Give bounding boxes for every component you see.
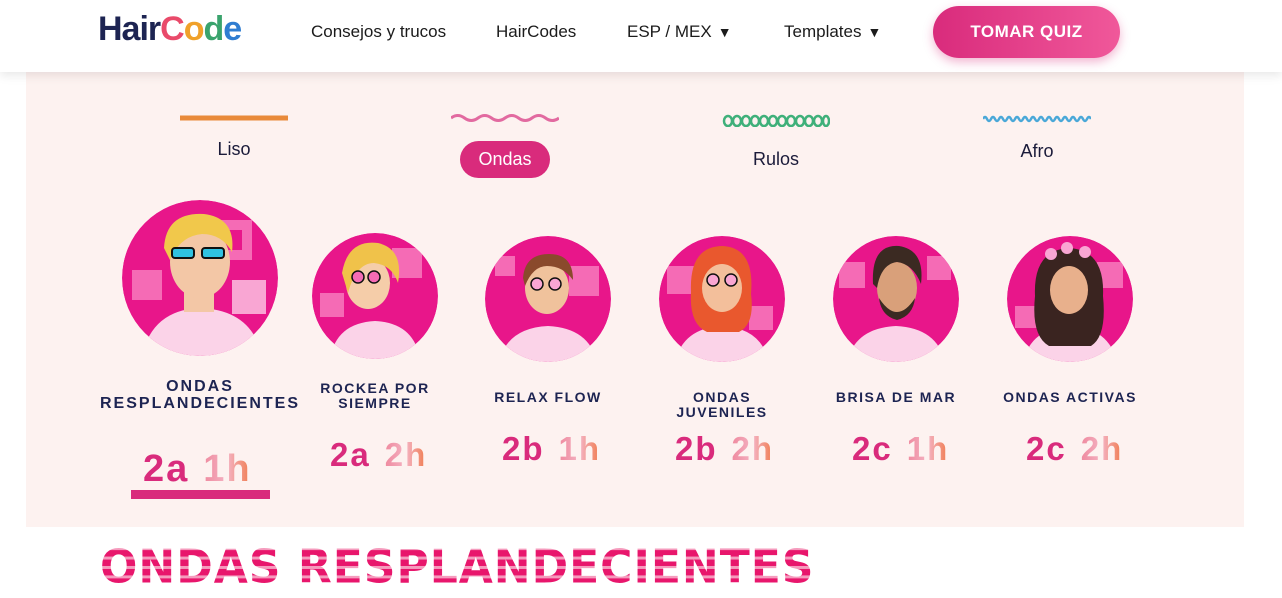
caret-down-icon: ▼ — [867, 24, 882, 40]
caret-down-icon: ▼ — [717, 24, 732, 40]
section-title: ONDAS RESPLANDECIENTES — [100, 540, 815, 595]
take-quiz-button[interactable]: TOMAR QUIZ — [933, 6, 1120, 58]
brisa-de-mar-avatar — [833, 236, 959, 362]
haircode-2c-1h: 2c 1h — [852, 430, 950, 467]
nav-consejos-y-trucos[interactable]: Consejos y trucos — [311, 22, 446, 42]
nav-language-dropdown[interactable]: ESP / MEX ▼ — [627, 22, 732, 42]
profile-name: ROCKEA POR SIEMPRE — [320, 380, 430, 411]
haircode-2b-1h: 2b 1h — [502, 430, 602, 467]
profile-name: RELAX FLOW — [494, 389, 602, 405]
nav-haircodes[interactable]: HairCodes — [496, 22, 576, 42]
rockea-por-siempre-avatar — [312, 233, 438, 359]
tab-label: Rulos — [752, 149, 800, 169]
tab-label: Liso — [217, 139, 251, 159]
haircode-2a-1h: 2a 1h — [143, 448, 252, 490]
tab-ondas[interactable]: Ondas — [451, 113, 559, 178]
profile-name: ONDAS ACTIVAS — [1003, 389, 1137, 405]
tab-rulos[interactable]: Rulos — [722, 113, 830, 170]
profile-card-ondas-juveniles[interactable]: ONDAS JUVENILES — [647, 236, 797, 420]
straight-hair-line-icon — [180, 115, 288, 121]
nav-templates-dropdown[interactable]: Templates ▼ — [784, 22, 881, 42]
profile-name: ONDAS RESPLANDECIENTES — [100, 378, 301, 412]
tab-label-selected: Ondas — [460, 141, 550, 178]
relax-flow-avatar — [485, 236, 611, 362]
profile-name: BRISA DE MAR — [835, 389, 957, 405]
profile-card-ondas-activas[interactable]: ONDAS ACTIVAS — [995, 236, 1145, 405]
ondas-resplandecientes-avatar — [122, 200, 278, 356]
ondas-juveniles-avatar — [659, 236, 785, 362]
profile-card-ondas-resplandecientes[interactable]: ONDAS RESPLANDECIENTES — [100, 200, 300, 412]
profile-card-brisa-de-mar[interactable]: BRISA DE MAR — [821, 236, 971, 405]
tab-liso[interactable]: Liso — [180, 113, 288, 160]
tab-afro[interactable]: Afro — [983, 113, 1091, 162]
haircode-2b-2h: 2b 2h — [675, 430, 775, 467]
ondas-activas-avatar — [1007, 236, 1133, 362]
haircode-logo[interactable]: Hair C o d e — [98, 10, 242, 49]
profile-card-rockea-por-siempre[interactable]: ROCKEA POR SIEMPRE — [300, 233, 450, 411]
profile-name: ONDAS JUVENILES — [676, 389, 768, 420]
site-header: Hair C o d e Consejos y trucos HairCodes… — [0, 0, 1282, 72]
tab-label: Afro — [1020, 141, 1054, 161]
haircode-2a-2h: 2a 2h — [330, 436, 428, 473]
profile-card-relax-flow[interactable]: RELAX FLOW — [473, 236, 623, 405]
selected-underline — [131, 490, 270, 499]
wavy-hair-line-icon — [451, 114, 559, 122]
curly-hair-line-icon — [722, 114, 830, 127]
haircode-2c-2h: 2c 2h — [1026, 430, 1124, 467]
afro-hair-line-icon — [983, 115, 1091, 123]
